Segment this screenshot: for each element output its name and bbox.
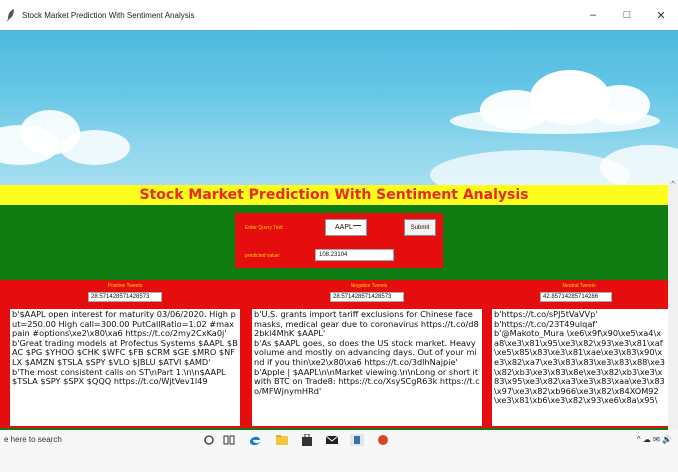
positive-tweets-label: Positive Tweets (107, 283, 143, 289)
minimize-button[interactable]: – (576, 0, 610, 30)
tweet-line: b'Great trading models at Profectus Syst… (12, 337, 238, 367)
edge-browser-icon[interactable] (248, 434, 262, 446)
tweet-line: b'U.S. grants import tariff exclusions f… (254, 309, 479, 339)
file-explorer-icon[interactable] (275, 434, 289, 446)
window-titlebar: Stock Market Prediction With Sentiment A… (0, 0, 678, 30)
neutral-score-field[interactable]: 42.85714285714286 (540, 292, 612, 302)
window-title: Stock Market Prediction With Sentiment A… (22, 10, 195, 20)
cortana-icon[interactable] (202, 434, 216, 446)
maximize-button[interactable]: □ (610, 0, 644, 30)
positive-tweets-textbox[interactable]: b'$AAPL open interest for maturity 03/06… (10, 309, 240, 426)
tweet-line: b'The most consistent calls on ST\nPart … (12, 366, 226, 387)
task-view-icon[interactable] (222, 434, 236, 446)
query-select-value: AAPL (335, 224, 353, 231)
neutral-tweets-label: Neutral Tweets (562, 283, 596, 289)
tweet-line: b'$AAPL open interest for maturity 03/06… (12, 309, 236, 339)
store-icon[interactable] (300, 434, 314, 446)
positive-score-field[interactable]: 28.571428571428573 (88, 292, 162, 302)
app-header-banner: Stock Market Prediction With Sentiment A… (0, 185, 668, 205)
scroll-up-icon[interactable]: ^ (668, 180, 678, 190)
feather-icon (7, 9, 14, 21)
mail-icon[interactable] (325, 434, 339, 446)
tweet-line: b'As $AAPL goes, so does the US stock ma… (254, 337, 477, 367)
vertical-scrollbar[interactable]: ^ (668, 180, 678, 430)
tweet-line: b'Apple | $AAPL\n\nMarket viewing.\n\nLo… (254, 366, 480, 396)
neutral-tweets-textbox[interactable]: b'https://t.co/sPJ5tVaVVp' b'https://t.c… (492, 309, 668, 426)
app-header-title: Stock Market Prediction With Sentiment A… (139, 187, 529, 203)
query-label: Enter Query Text: (245, 225, 284, 231)
sky-background-image (0, 30, 678, 185)
negative-score-field[interactable]: 28.571428571428573 (330, 292, 404, 302)
tweet-line: b'@Makoto_Mura \xe6\x9f\x90\xe5\xa4\xa8\… (494, 328, 665, 406)
predicted-label: predicted value: (245, 253, 281, 259)
taskbar-search-box[interactable]: e here to search (4, 435, 62, 444)
windows-taskbar: e here to search ^ ☁ ✉ 🔊 (0, 430, 678, 472)
submit-button[interactable]: Submit (404, 219, 436, 236)
powerpoint-icon[interactable] (376, 434, 390, 446)
query-select[interactable]: AAPL (325, 219, 367, 236)
system-tray[interactable]: ^ ☁ ✉ 🔊 (637, 435, 672, 444)
predicted-value-field[interactable]: 108.23104 (315, 249, 394, 261)
python-app-icon[interactable] (350, 434, 364, 446)
dropdown-dash-icon (353, 225, 361, 226)
negative-tweets-textbox[interactable]: b'U.S. grants import tariff exclusions f… (252, 309, 482, 426)
close-button[interactable]: ✕ (644, 0, 678, 30)
negative-tweets-label: Negative Tweets (350, 283, 388, 289)
